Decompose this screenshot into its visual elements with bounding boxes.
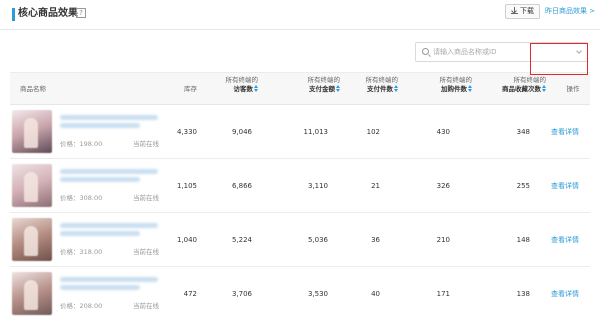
cell-stock: 1,040 (176, 236, 197, 244)
product-name-blurred (60, 285, 140, 290)
cell-visitors: 3,706 (231, 290, 252, 298)
cell-items: 36 (371, 236, 380, 244)
search-placeholder: 请输入商品名称或ID (433, 48, 497, 56)
cell-cart: 430 (436, 128, 450, 136)
cell-visitors: 6,866 (231, 182, 252, 190)
col-items-label: 支付件数 (367, 85, 393, 93)
view-details-link[interactable]: 查看详情 (544, 181, 586, 191)
table-row: 价格：208.00 当前在线 472 3,706 3,530 40 171 13… (10, 267, 590, 319)
col-visitors-label: 访客数 (233, 85, 254, 93)
cell-amount: 5,036 (307, 236, 328, 244)
col-favorites[interactable]: 所有终端的 商品收藏次数 (476, 76, 546, 94)
product-status: 当前在线 (133, 248, 159, 256)
cell-amount: 3,530 (307, 290, 328, 298)
product-price: 价格：198.00 (60, 140, 103, 148)
col-product-name: 商品名称 (20, 85, 46, 93)
sort-icon[interactable] (394, 85, 398, 92)
product-name-blurred[interactable] (60, 223, 158, 228)
product-name-blurred (60, 177, 140, 182)
col-amount-label: 支付金额 (309, 85, 335, 93)
header-bar: 核心商品效果 ? 下载 昨日商品效果 > (0, 0, 600, 30)
product-name-blurred[interactable] (60, 169, 158, 174)
cell-items: 40 (371, 290, 380, 298)
cell-stock: 4,330 (176, 128, 197, 136)
col-visitors[interactable]: 所有终端的 访客数 (200, 76, 258, 94)
product-thumbnail[interactable] (12, 272, 52, 315)
col-cart-top: 所有终端的 (439, 76, 473, 84)
col-amount[interactable]: 所有终端的 支付金额 (282, 76, 340, 94)
table-row: 价格：318.00 当前在线 1,040 5,224 5,036 36 210 … (10, 213, 590, 267)
cell-cart: 326 (436, 182, 450, 190)
col-visitors-top: 所有终端的 (225, 76, 259, 84)
cell-favorites: 255 (516, 182, 530, 190)
product-table: 商品名称 库存 所有终端的 访客数 所有终端的 支付金额 所有终端的 支付件数 … (10, 72, 590, 319)
product-price: 价格：318.00 (60, 248, 103, 256)
col-amount-top: 所有终端的 (307, 76, 341, 84)
product-status: 当前在线 (133, 302, 159, 310)
cell-favorites: 348 (516, 128, 530, 136)
cell-amount: 11,013 (303, 128, 329, 136)
table-row: 价格：198.00 当前在线 4,330 9,046 11,013 102 43… (10, 105, 590, 159)
product-name-blurred[interactable] (60, 277, 158, 282)
view-details-link[interactable]: 查看详情 (544, 127, 586, 137)
download-label: 下载 (520, 7, 534, 15)
product-thumbnail[interactable] (12, 164, 52, 207)
col-cart[interactable]: 所有终端的 加购件数 (410, 76, 472, 94)
view-details-link[interactable]: 查看详情 (544, 289, 586, 299)
sort-icon[interactable] (542, 85, 546, 92)
col-action: 操作 (566, 85, 580, 93)
product-price: 价格：308.00 (60, 194, 103, 202)
col-favorites-top: 所有终端的 (513, 76, 547, 84)
search-icon (422, 48, 429, 55)
cell-stock: 472 (183, 290, 197, 298)
download-icon (511, 7, 518, 14)
product-name-blurred[interactable] (60, 115, 158, 120)
col-cart-label: 加购件数 (441, 85, 467, 93)
view-details-link[interactable]: 查看详情 (544, 235, 586, 245)
page-title: 核心商品效果 (18, 8, 78, 19)
highlight-box (530, 43, 588, 75)
cell-favorites: 138 (516, 290, 530, 298)
product-price: 价格：208.00 (60, 302, 103, 310)
cell-items: 102 (366, 128, 380, 136)
cell-items: 21 (371, 182, 380, 190)
download-button[interactable]: 下载 (505, 4, 540, 19)
product-name-blurred (60, 123, 140, 128)
product-name-blurred (60, 231, 140, 236)
product-status: 当前在线 (133, 140, 159, 148)
cell-visitors: 5,224 (231, 236, 252, 244)
product-thumbnail[interactable] (12, 110, 52, 153)
cell-cart: 210 (436, 236, 450, 244)
col-items[interactable]: 所有终端的 支付件数 (336, 76, 398, 94)
help-icon[interactable]: ? (76, 8, 86, 18)
product-status: 当前在线 (133, 194, 159, 202)
cell-favorites: 148 (516, 236, 530, 244)
cell-cart: 171 (436, 290, 450, 298)
table-row: 价格：308.00 当前在线 1,105 6,866 3,110 21 326 … (10, 159, 590, 213)
col-favorites-label: 商品收藏次数 (502, 85, 541, 93)
product-thumbnail[interactable] (12, 218, 52, 261)
title-accent-bar (12, 8, 15, 21)
col-stock[interactable]: 库存 (175, 85, 197, 94)
col-items-top: 所有终端的 (365, 76, 399, 84)
cell-visitors: 9,046 (231, 128, 252, 136)
table-header: 商品名称 库存 所有终端的 访客数 所有终端的 支付金额 所有终端的 支付件数 … (10, 72, 590, 105)
cell-stock: 1,105 (176, 182, 197, 190)
cell-amount: 3,110 (307, 182, 328, 190)
yesterday-product-effect-link[interactable]: 昨日商品效果 > (545, 5, 595, 17)
sort-icon[interactable] (468, 85, 472, 92)
sort-icon[interactable] (254, 85, 258, 92)
